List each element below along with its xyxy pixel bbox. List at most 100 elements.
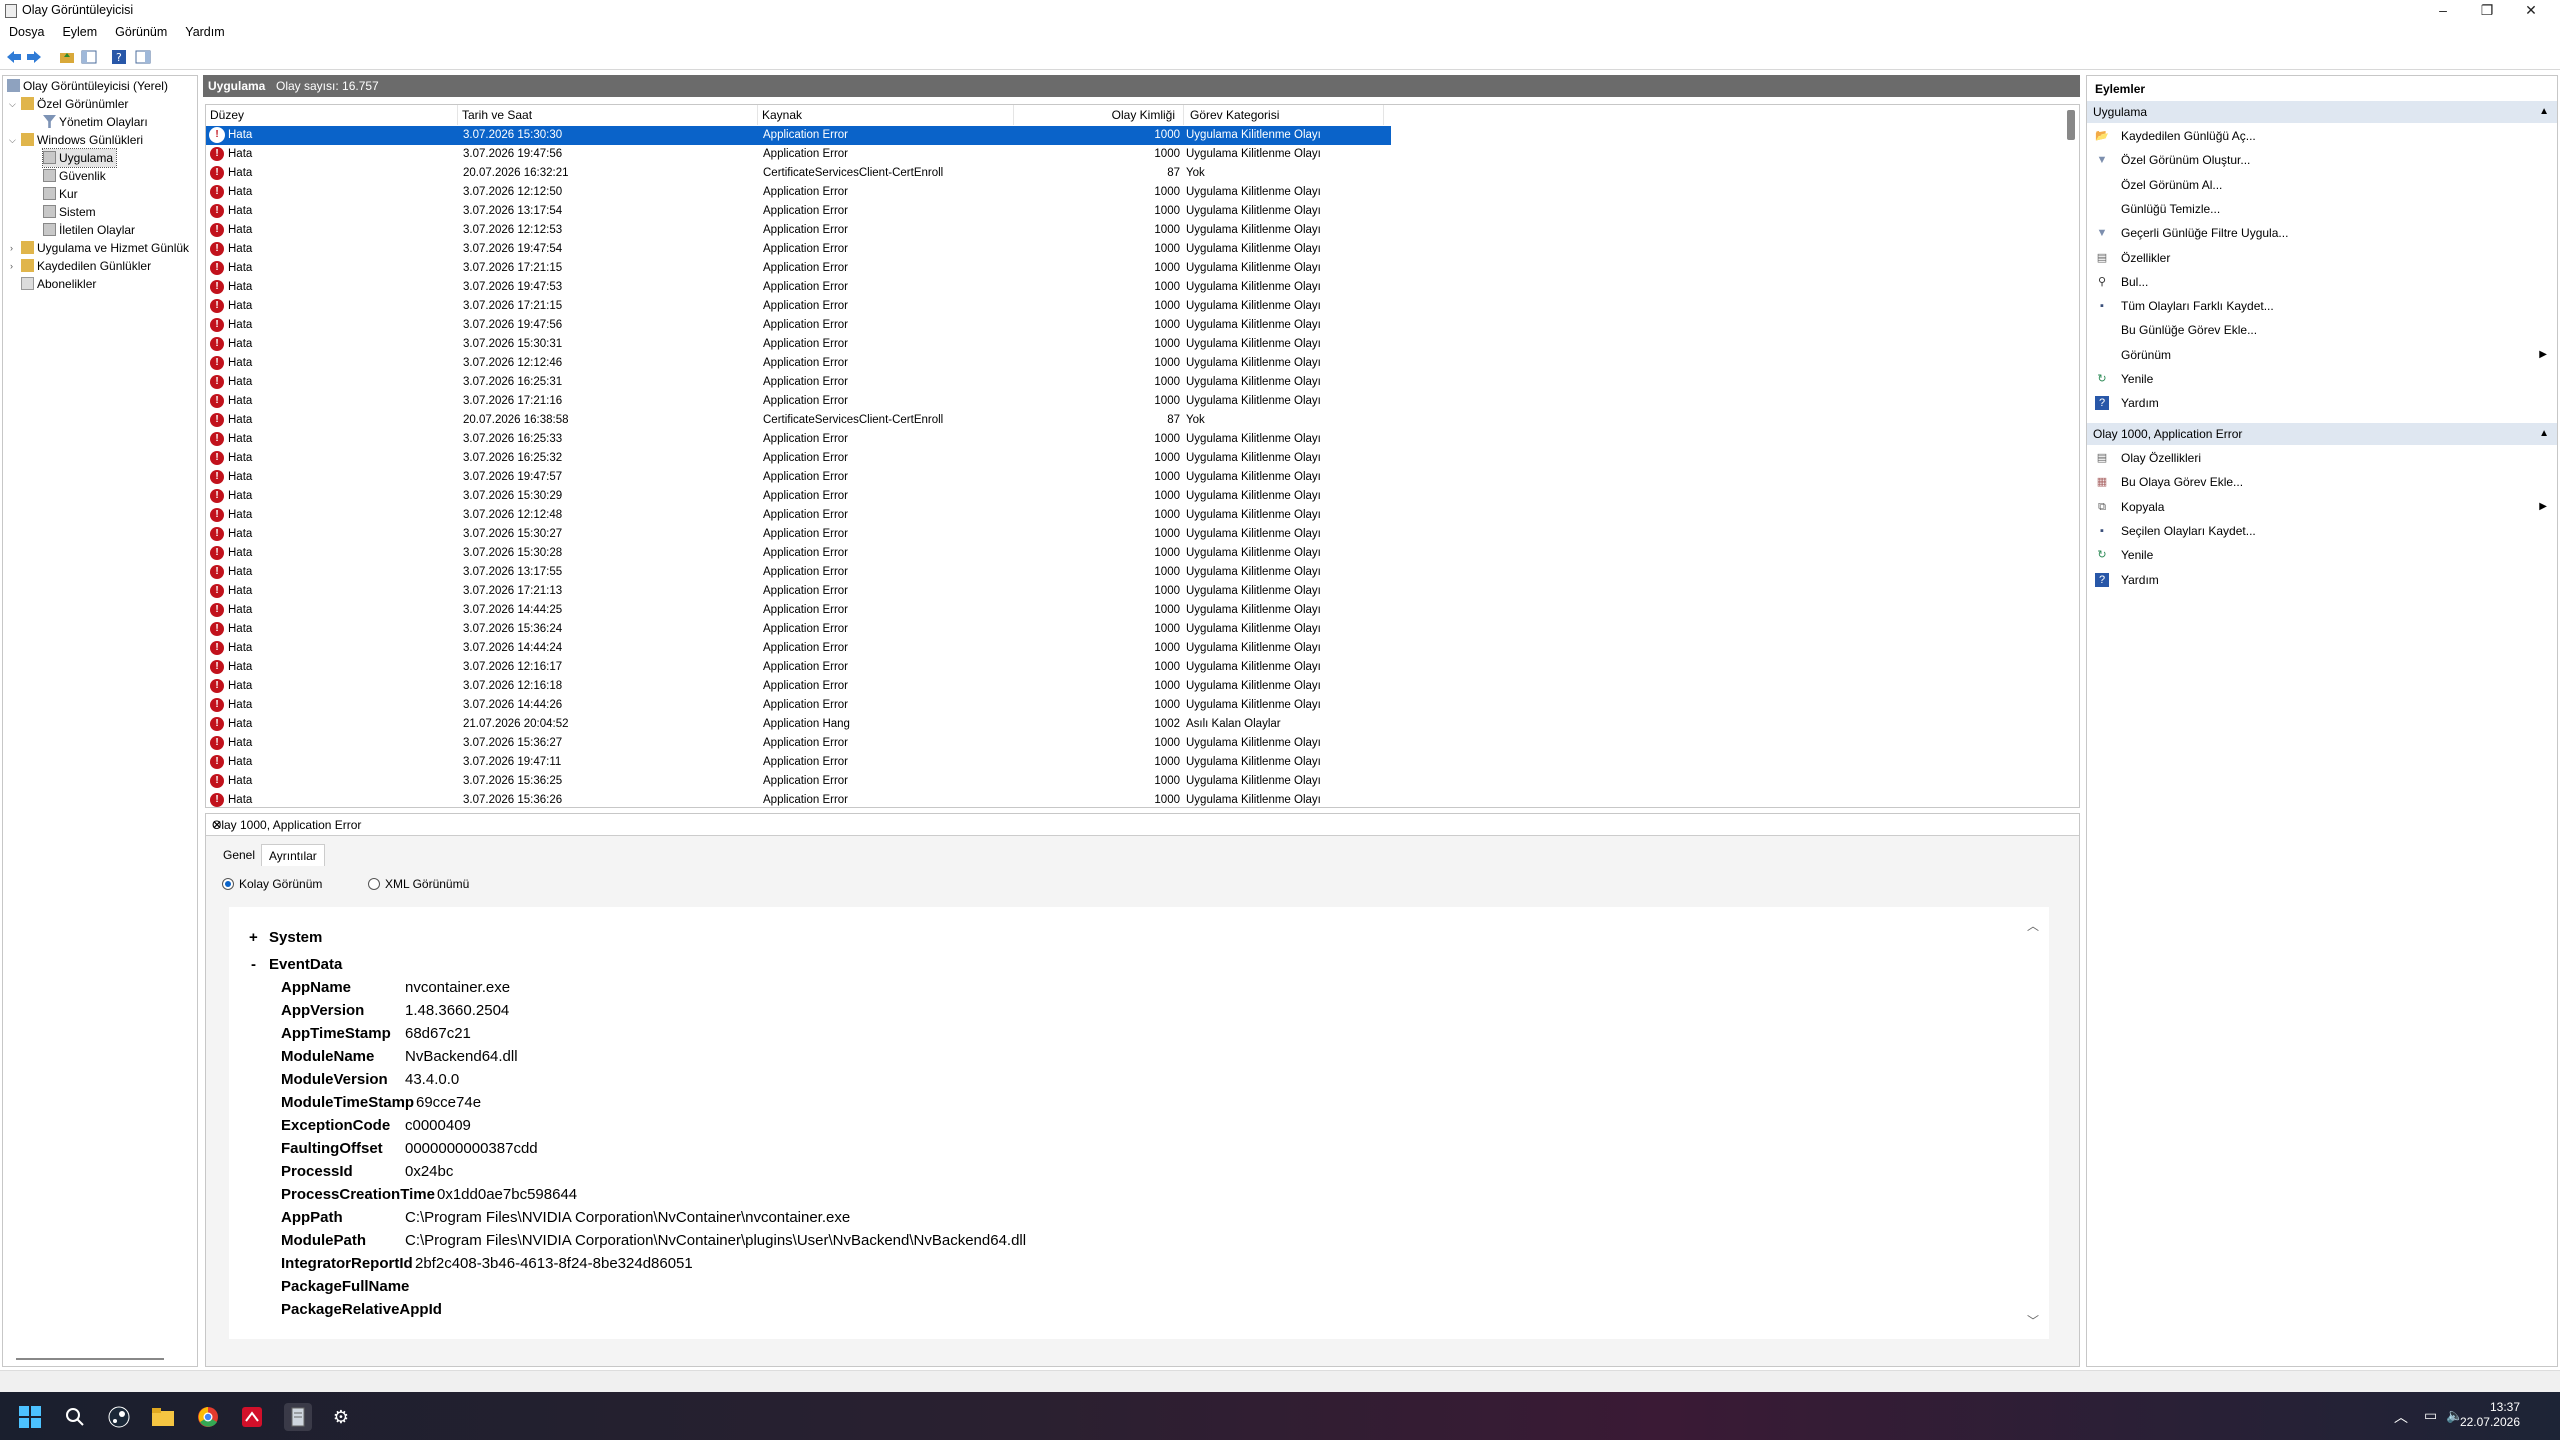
table-row[interactable]: ! Hata 3.07.2026 15:30:30 Application Error…	[206, 126, 1391, 145]
field-value[interactable]: c0000409	[405, 1117, 471, 1134]
action-item[interactable]: ▼ Geçerli Günlüğe Filtre Uygula...	[2087, 221, 2557, 245]
action-item[interactable]: Görünüm ▶	[2087, 343, 2557, 367]
collapsed-chevron-icon[interactable]: ›	[10, 243, 13, 253]
action-item[interactable]: Günlüğü Temizle...	[2087, 197, 2557, 221]
tree-app-service-logs[interactable]: Uygulama ve Hizmet Günlük	[21, 239, 189, 257]
settings-gear-icon[interactable]: ⚙	[328, 1404, 354, 1430]
table-row[interactable]: ! Hata 21.07.2026 20:04:52 Application Hang…	[206, 715, 1391, 734]
column-header-source[interactable]: Kaynak	[762, 105, 1014, 125]
menu-action[interactable]: Eylem	[53, 22, 106, 39]
table-row[interactable]: ! Hata 3.07.2026 16:25:33 Application Error…	[206, 430, 1391, 449]
field-value[interactable]: C:\Program Files\NVIDIA Corporation\NvCo…	[405, 1232, 1026, 1249]
field-value[interactable]: 1.48.3660.2504	[405, 1002, 509, 1019]
table-row[interactable]: ! Hata 3.07.2026 17:21:15 Application Error…	[206, 297, 1391, 316]
field-value[interactable]: 2bf2c408-3b46-4613-8f24-8be324d86051	[415, 1255, 693, 1272]
field-value[interactable]: 68d67c21	[405, 1025, 471, 1042]
table-row[interactable]: ! Hata 3.07.2026 12:12:50 Application Error…	[206, 183, 1391, 202]
table-row[interactable]: ! Hata 3.07.2026 13:17:54 Application Error…	[206, 202, 1391, 221]
tree-setup[interactable]: Kur	[43, 185, 78, 203]
table-row[interactable]: ! Hata 3.07.2026 16:25:31 Application Error…	[206, 373, 1391, 392]
field-value[interactable]: 0x1dd0ae7bc598644	[437, 1186, 577, 1203]
action-item[interactable]: ▤ Özellikler	[2087, 246, 2557, 270]
field-value[interactable]: 0x24bc	[405, 1163, 453, 1180]
table-row[interactable]: ! Hata 3.07.2026 15:30:28 Application Error…	[206, 544, 1391, 563]
field-value[interactable]: 69cce74e	[416, 1094, 481, 1111]
back-arrow-icon[interactable]	[5, 48, 23, 66]
radio-friendly-view[interactable]: Kolay Görünüm	[222, 876, 322, 892]
clock[interactable]: 13:37 22.07.2026	[2460, 1400, 2520, 1430]
table-row[interactable]: ! Hata 3.07.2026 15:30:29 Application Error…	[206, 487, 1391, 506]
table-row[interactable]: ! Hata 3.07.2026 15:36:26 Application Error…	[206, 791, 1391, 807]
column-header-level[interactable]: Düzey	[210, 105, 458, 125]
action-item[interactable]: ? Yardım	[2087, 568, 2557, 592]
field-value[interactable]: 0000000000387cdd	[405, 1140, 538, 1157]
action-item[interactable]: ▪ Seçilen Olayları Kaydet...	[2087, 519, 2557, 543]
table-row[interactable]: ! Hata 3.07.2026 19:47:57 Application Error…	[206, 468, 1391, 487]
table-row[interactable]: ! Hata 3.07.2026 15:36:27 Application Error…	[206, 734, 1391, 753]
action-item[interactable]: ▦ Bu Olaya Görev Ekle...	[2087, 470, 2557, 494]
steam-icon[interactable]	[106, 1404, 132, 1430]
show-hide-tree-icon[interactable]	[80, 48, 98, 66]
scroll-up-icon[interactable]: ︿	[2027, 917, 2039, 934]
table-row[interactable]: ! Hata 3.07.2026 14:44:26 Application Error…	[206, 696, 1391, 715]
expand-chevron-icon[interactable]: ⌵	[9, 99, 16, 110]
table-row[interactable]: ! Hata 3.07.2026 19:47:11 Application Error…	[206, 753, 1391, 772]
menu-view[interactable]: Görünüm	[106, 22, 176, 39]
grid-scrollbar-thumb[interactable]	[2067, 110, 2075, 140]
table-row[interactable]: ! Hata 3.07.2026 15:30:27 Application Error…	[206, 525, 1391, 544]
tree-saved-logs[interactable]: Kaydedilen Günlükler	[21, 257, 151, 275]
field-value[interactable]: nvcontainer.exe	[405, 979, 510, 996]
tree-horizontal-scrollbar[interactable]	[16, 1358, 164, 1360]
action-item[interactable]: ▼ Özel Görünüm Oluştur...	[2087, 148, 2557, 172]
expand-system-toggle[interactable]: +	[249, 929, 258, 946]
collapse-triangle-icon[interactable]: ▲	[2539, 423, 2549, 445]
table-row[interactable]: ! Hata 3.07.2026 19:47:56 Application Error…	[206, 145, 1391, 164]
help-icon[interactable]: ?	[110, 48, 128, 66]
action-item[interactable]: ↻ Yenile	[2087, 367, 2557, 391]
event-viewer-taskbar-icon[interactable]	[284, 1403, 312, 1431]
table-row[interactable]: ! Hata 3.07.2026 19:47:56 Application Error…	[206, 316, 1391, 335]
action-item[interactable]: ▪ Tüm Olayları Farklı Kaydet...	[2087, 294, 2557, 318]
up-folder-icon[interactable]	[58, 48, 76, 66]
close-detail-icon[interactable]: ✕	[212, 818, 2071, 832]
action-item[interactable]: 📂 Kaydedilen Günlüğü Aç...	[2087, 124, 2557, 148]
table-row[interactable]: ! Hata 3.07.2026 14:44:25 Application Error…	[206, 601, 1391, 620]
file-explorer-icon[interactable]	[150, 1404, 176, 1430]
tree-application[interactable]: Uygulama	[41, 148, 118, 168]
table-row[interactable]: ! Hata 20.07.2026 16:38:58 CertificateServi…	[206, 411, 1391, 430]
tree-custom-views[interactable]: Özel Görünümler	[21, 95, 128, 113]
tray-chevron-icon[interactable]: ︿	[2394, 1407, 2408, 1427]
tab-details[interactable]: Ayrıntılar	[261, 844, 325, 866]
field-value[interactable]: NvBackend64.dll	[405, 1048, 518, 1065]
action-item[interactable]: ⧉ Kopyala ▶	[2087, 495, 2557, 519]
table-row[interactable]: ! Hata 3.07.2026 12:16:18 Application Error…	[206, 677, 1391, 696]
table-row[interactable]: ! Hata 20.07.2026 16:32:21 CertificateServi…	[206, 164, 1391, 183]
table-row[interactable]: ! Hata 3.07.2026 17:21:13 Application Error…	[206, 582, 1391, 601]
column-header-task-category[interactable]: Görev Kategorisi	[1184, 105, 1384, 125]
table-row[interactable]: ! Hata 3.07.2026 12:12:46 Application Error…	[206, 354, 1391, 373]
scroll-down-icon[interactable]: ﹀	[2027, 1312, 2039, 1329]
field-value[interactable]: C:\Program Files\NVIDIA Corporation\NvCo…	[405, 1209, 850, 1226]
collapse-eventdata-toggle[interactable]: -	[251, 956, 256, 973]
tree-security[interactable]: Güvenlik	[43, 167, 106, 185]
table-row[interactable]: ! Hata 3.07.2026 16:25:32 Application Error…	[206, 449, 1391, 468]
tree-subscriptions[interactable]: Abonelikler	[21, 275, 96, 293]
action-item[interactable]: Özel Görünüm Al...	[2087, 173, 2557, 197]
tree-root[interactable]: Olay Görüntüleyicisi (Yerel)	[7, 77, 168, 95]
table-row[interactable]: ! Hata 3.07.2026 15:36:24 Application Error…	[206, 620, 1391, 639]
table-row[interactable]: ! Hata 3.07.2026 17:21:16 Application Error…	[206, 392, 1391, 411]
search-icon[interactable]	[62, 1404, 88, 1430]
table-row[interactable]: ! Hata 3.07.2026 15:30:31 Application Error…	[206, 335, 1391, 354]
table-row[interactable]: ! Hata 3.07.2026 19:47:53 Application Error…	[206, 278, 1391, 297]
show-hide-action-pane-icon[interactable]	[134, 48, 152, 66]
table-row[interactable]: ! Hata 3.07.2026 12:12:53 Application Error…	[206, 221, 1391, 240]
menu-file[interactable]: Dosya	[0, 22, 53, 39]
table-row[interactable]: ! Hata 3.07.2026 19:47:54 Application Error…	[206, 240, 1391, 259]
radio-xml-view[interactable]: XML Görünümü	[368, 876, 469, 892]
table-row[interactable]: ! Hata 3.07.2026 12:12:48 Application Error…	[206, 506, 1391, 525]
column-header-event-id[interactable]: Olay Kimliği	[1014, 105, 1184, 125]
network-icon[interactable]: ▭	[2424, 1407, 2437, 1424]
action-item[interactable]: ? Yardım	[2087, 391, 2557, 415]
table-row[interactable]: ! Hata 3.07.2026 13:17:55 Application Error…	[206, 563, 1391, 582]
expand-chevron-icon[interactable]: ⌵	[9, 135, 16, 146]
